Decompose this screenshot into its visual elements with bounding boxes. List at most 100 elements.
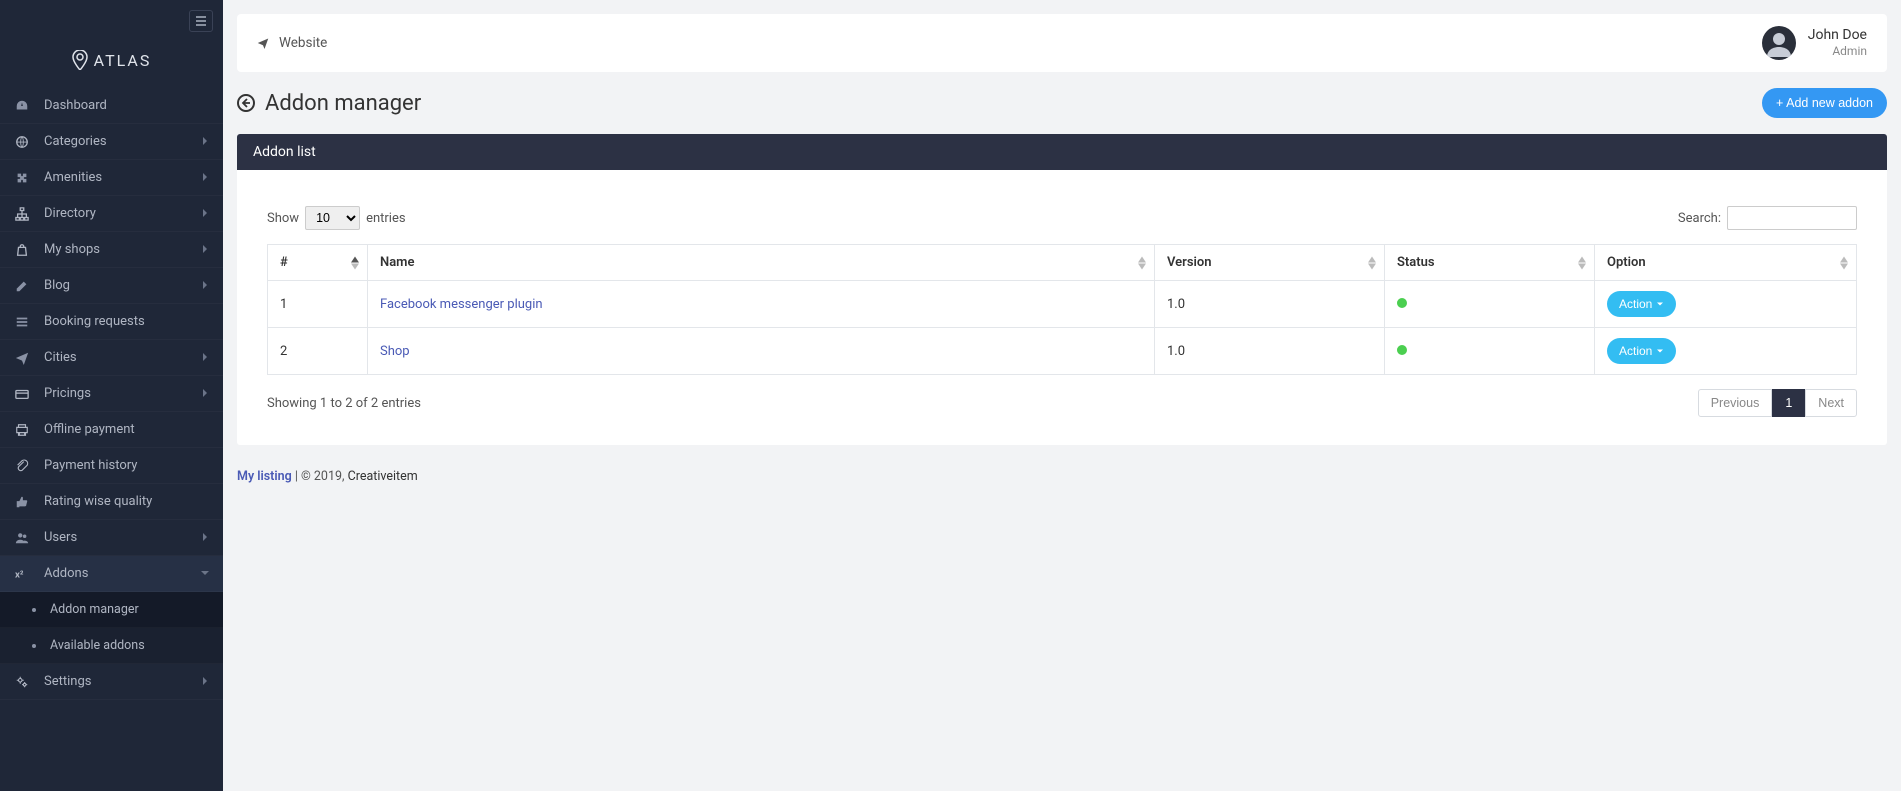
chevron-right-icon: [201, 170, 209, 185]
sidebar-item-cities[interactable]: Cities: [0, 340, 223, 376]
nav-label: Blog: [44, 278, 70, 293]
chevron-right-icon: [201, 206, 209, 221]
sidebar-item-rating-wise-quality[interactable]: Rating wise quality: [0, 484, 223, 520]
nav-label: Dashboard: [44, 98, 107, 113]
user-role: Admin: [1808, 44, 1867, 58]
caret-down-icon: [1656, 301, 1664, 307]
chevron-right-icon: [201, 242, 209, 257]
cell-option: Action: [1595, 281, 1857, 328]
thumb-icon: [14, 495, 30, 509]
sort-down-icon: [1138, 263, 1146, 269]
brand-name: ATLAS: [94, 51, 152, 70]
page-title: Addon manager: [265, 91, 421, 116]
cell-version: 1.0: [1155, 328, 1385, 375]
topbar: Website John Doe Admin: [237, 14, 1887, 72]
add-new-addon-button[interactable]: + Add new addon: [1762, 88, 1887, 118]
nav-label: Addon manager: [50, 602, 139, 617]
col-name[interactable]: Name: [368, 245, 1155, 281]
bullet-icon: [32, 644, 36, 648]
cell-index: 2: [268, 328, 368, 375]
nav-label: Directory: [44, 206, 96, 221]
sort-up-icon: [351, 256, 359, 262]
avatar: [1762, 26, 1796, 60]
sidebar-nav: Dashboard Categories Amenities Directory My …: [0, 88, 223, 700]
sort-down-icon: [1840, 263, 1848, 269]
sidebar-item-directory[interactable]: Directory: [0, 196, 223, 232]
chevron-right-icon: [201, 530, 209, 545]
col-status[interactable]: Status: [1385, 245, 1595, 281]
back-icon: [237, 94, 255, 112]
chevron-right-icon: [201, 350, 209, 365]
addon-link[interactable]: Shop: [380, 344, 410, 359]
nav-label: Categories: [44, 134, 107, 149]
puzzle-icon: [14, 171, 30, 185]
brand-logo[interactable]: ATLAS: [0, 42, 223, 88]
clip-icon: [14, 459, 30, 473]
panel-title: Addon list: [237, 134, 1887, 170]
nav-label: Cities: [44, 350, 77, 365]
cell-index: 1: [268, 281, 368, 328]
pager-next-button[interactable]: Next: [1805, 389, 1857, 417]
sidebar-subitem-addon-manager[interactable]: Addon manager: [0, 592, 223, 628]
nav-label: Booking requests: [44, 314, 145, 329]
back-button[interactable]: [237, 94, 255, 112]
sort-down-icon: [1368, 263, 1376, 269]
sidebar-item-blog[interactable]: Blog: [0, 268, 223, 304]
cell-name: Facebook messenger plugin: [368, 281, 1155, 328]
person-icon: [1765, 29, 1793, 57]
nav-label: My shops: [44, 242, 100, 257]
col-index[interactable]: #: [268, 245, 368, 281]
sidebar-item-booking-requests[interactable]: Booking requests: [0, 304, 223, 340]
sidebar-item-users[interactable]: Users: [0, 520, 223, 556]
pagination: Previous1Next: [1698, 389, 1857, 417]
pager-page-button[interactable]: 1: [1772, 389, 1805, 417]
hamburger-icon: [195, 15, 207, 27]
sidebar-item-payment-history[interactable]: Payment history: [0, 448, 223, 484]
addon-link[interactable]: Facebook messenger plugin: [380, 297, 543, 312]
card-icon: [14, 387, 30, 401]
nav-label: Amenities: [44, 170, 102, 185]
show-label: Show: [267, 211, 299, 226]
user-menu[interactable]: John Doe Admin: [1762, 26, 1867, 60]
website-link[interactable]: Website: [257, 35, 327, 51]
plane-icon: [257, 37, 269, 49]
search-label: Search:: [1678, 211, 1721, 226]
nav-label: Payment history: [44, 458, 137, 473]
status-active-icon: [1397, 345, 1407, 355]
pager-prev-button[interactable]: Previous: [1698, 389, 1773, 417]
printer-icon: [14, 423, 30, 437]
bullet-icon: [32, 608, 36, 612]
sidebar-item-pricings[interactable]: Pricings: [0, 376, 223, 412]
main-area: Website John Doe Admin Addon manager + A…: [223, 0, 1901, 791]
sidebar-subitem-available-addons[interactable]: Available addons: [0, 628, 223, 664]
sort-up-icon: [1368, 256, 1376, 262]
sidebar-item-offline-payment[interactable]: Offline payment: [0, 412, 223, 448]
users-icon: [14, 531, 30, 545]
sidebar-item-dashboard[interactable]: Dashboard: [0, 88, 223, 124]
nav-label: Users: [44, 530, 77, 545]
col-version[interactable]: Version: [1155, 245, 1385, 281]
footer-brand-link[interactable]: My listing: [237, 469, 292, 484]
addon-list-panel: Addon list Show 102550100 entries Search…: [237, 134, 1887, 445]
sidebar-item-settings[interactable]: Settings: [0, 664, 223, 700]
action-dropdown-button[interactable]: Action: [1607, 338, 1676, 364]
length-select[interactable]: 102550100: [305, 206, 360, 230]
sidebar-item-amenities[interactable]: Amenities: [0, 160, 223, 196]
bag-icon: [14, 243, 30, 257]
action-dropdown-button[interactable]: Action: [1607, 291, 1676, 317]
sidebar-item-categories[interactable]: Categories: [0, 124, 223, 160]
sort-up-icon: [1578, 256, 1586, 262]
sidebar-toggle-button[interactable]: [189, 10, 213, 32]
sidebar-item-addons[interactable]: Addons: [0, 556, 223, 592]
sidebar-item-my-shops[interactable]: My shops: [0, 232, 223, 268]
cell-version: 1.0: [1155, 281, 1385, 328]
sort-up-icon: [1840, 256, 1848, 262]
chevron-right-icon: [201, 278, 209, 293]
pin-icon: [72, 50, 88, 70]
nav-label: Pricings: [44, 386, 91, 401]
table-info: Showing 1 to 2 of 2 entries: [267, 396, 421, 411]
nav-label: Settings: [44, 674, 91, 689]
col-option: Option: [1595, 245, 1857, 281]
search-input[interactable]: [1727, 206, 1857, 230]
footer-sep: | © 2019,: [292, 469, 348, 484]
